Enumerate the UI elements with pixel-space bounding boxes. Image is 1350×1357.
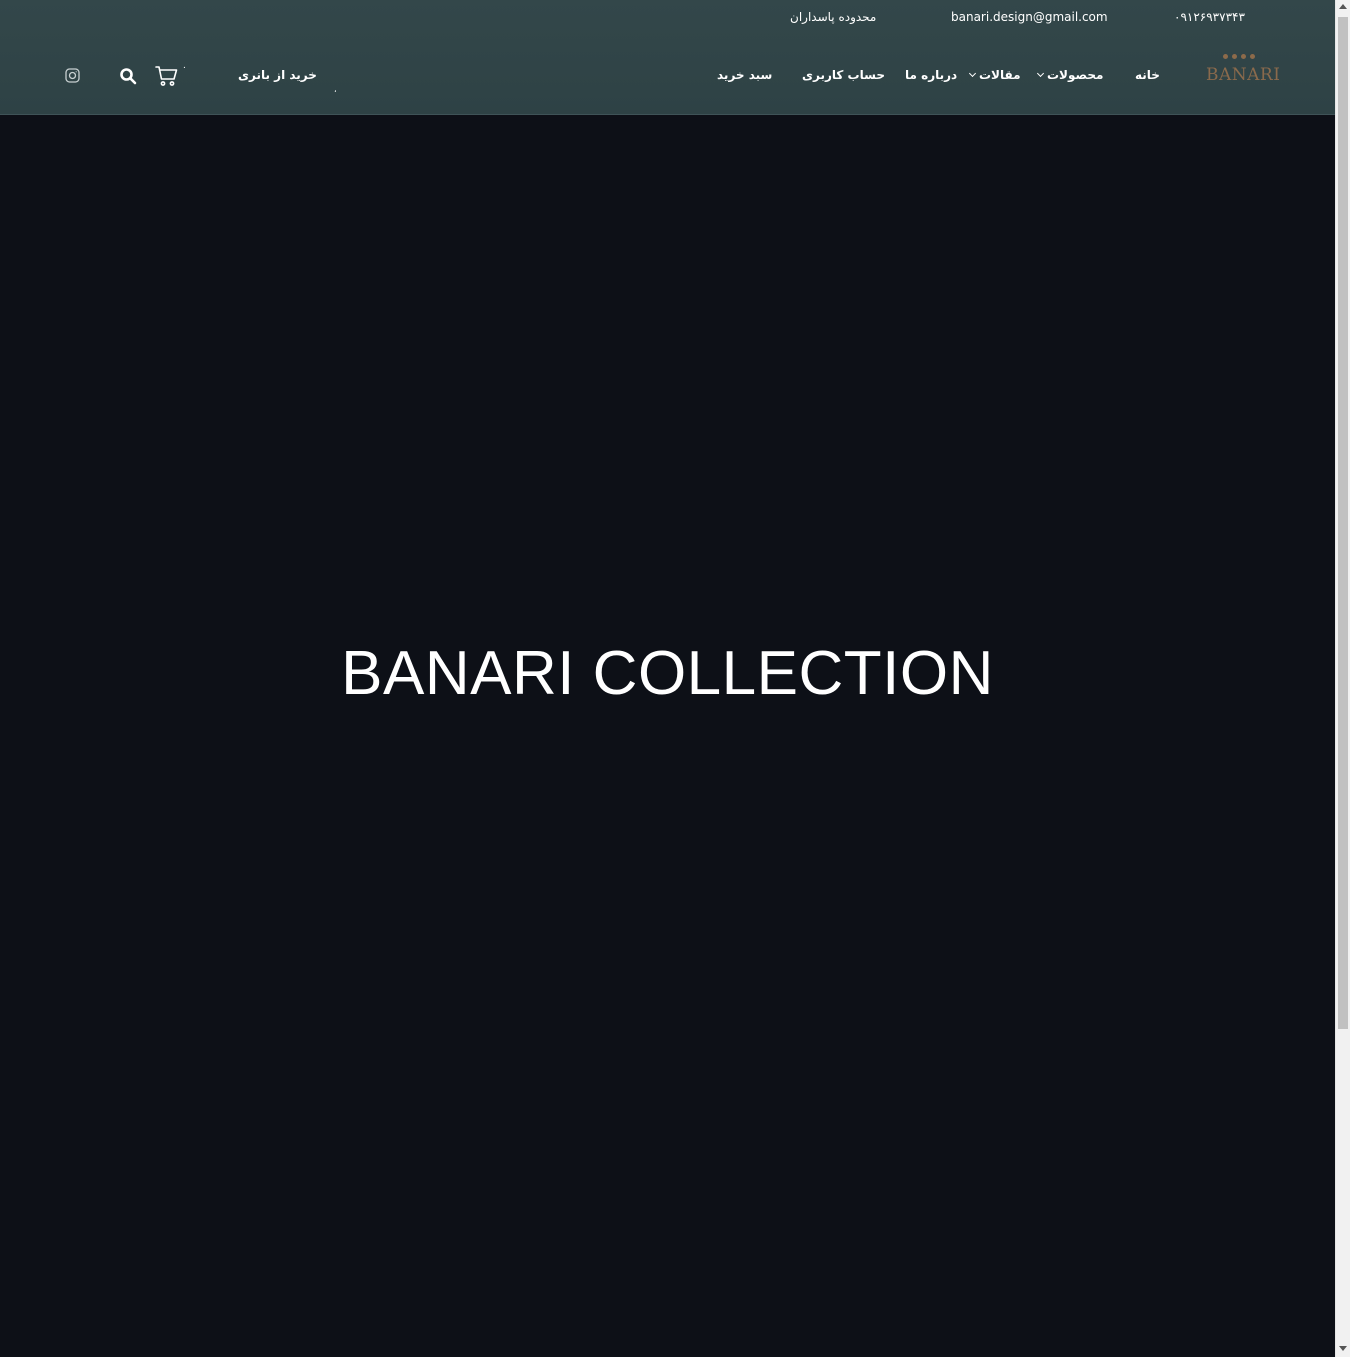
nav-home[interactable]: خانه xyxy=(1135,66,1160,84)
topbar-email[interactable]: banari.design@gmail.com xyxy=(951,9,1108,25)
nav-account[interactable]: حساب کاربری xyxy=(802,66,885,84)
site-header: ۰۹۱۲۶۹۳۷۳۴۳ banari.design@gmail.com محدو… xyxy=(0,0,1335,115)
nav-cart[interactable]: سبد خرید xyxy=(717,66,772,84)
nav-products[interactable]: محصولات xyxy=(1036,66,1104,84)
shop-from-banari-link[interactable]: خرید از بانری xyxy=(238,66,317,84)
search-icon[interactable] xyxy=(119,67,137,85)
topbar-phone[interactable]: ۰۹۱۲۶۹۳۷۳۴۳ xyxy=(1174,9,1245,25)
nav-about[interactable]: درباره ما xyxy=(905,66,957,84)
cart-count-badge: ۰ xyxy=(182,63,187,73)
vertical-scrollbar[interactable] xyxy=(1335,0,1350,1357)
chevron-down-icon xyxy=(1036,69,1045,78)
chevron-down-icon xyxy=(968,69,977,78)
logo-text: BANARI xyxy=(1206,65,1281,85)
scroll-up-arrow-icon[interactable] xyxy=(1339,4,1347,9)
scroll-down-arrow-icon[interactable] xyxy=(1339,1346,1347,1351)
cart-icon[interactable] xyxy=(155,65,179,87)
nav-articles[interactable]: مقالات xyxy=(968,66,1021,84)
scrollbar-thumb[interactable] xyxy=(1338,17,1348,1029)
site-logo[interactable]: BANARI xyxy=(1203,54,1281,94)
hero-title: BANARI COLLECTION xyxy=(341,639,994,708)
header-separator-mark: ، xyxy=(334,85,337,94)
nav-articles-label: مقالات xyxy=(979,68,1021,82)
logo-dots xyxy=(1223,54,1259,60)
nav-products-label: محصولات xyxy=(1047,68,1104,82)
topbar-address: محدوده پاسداران xyxy=(790,10,877,24)
instagram-icon[interactable] xyxy=(65,68,80,83)
page: ۰۹۱۲۶۹۳۷۳۴۳ banari.design@gmail.com محدو… xyxy=(0,0,1335,1357)
